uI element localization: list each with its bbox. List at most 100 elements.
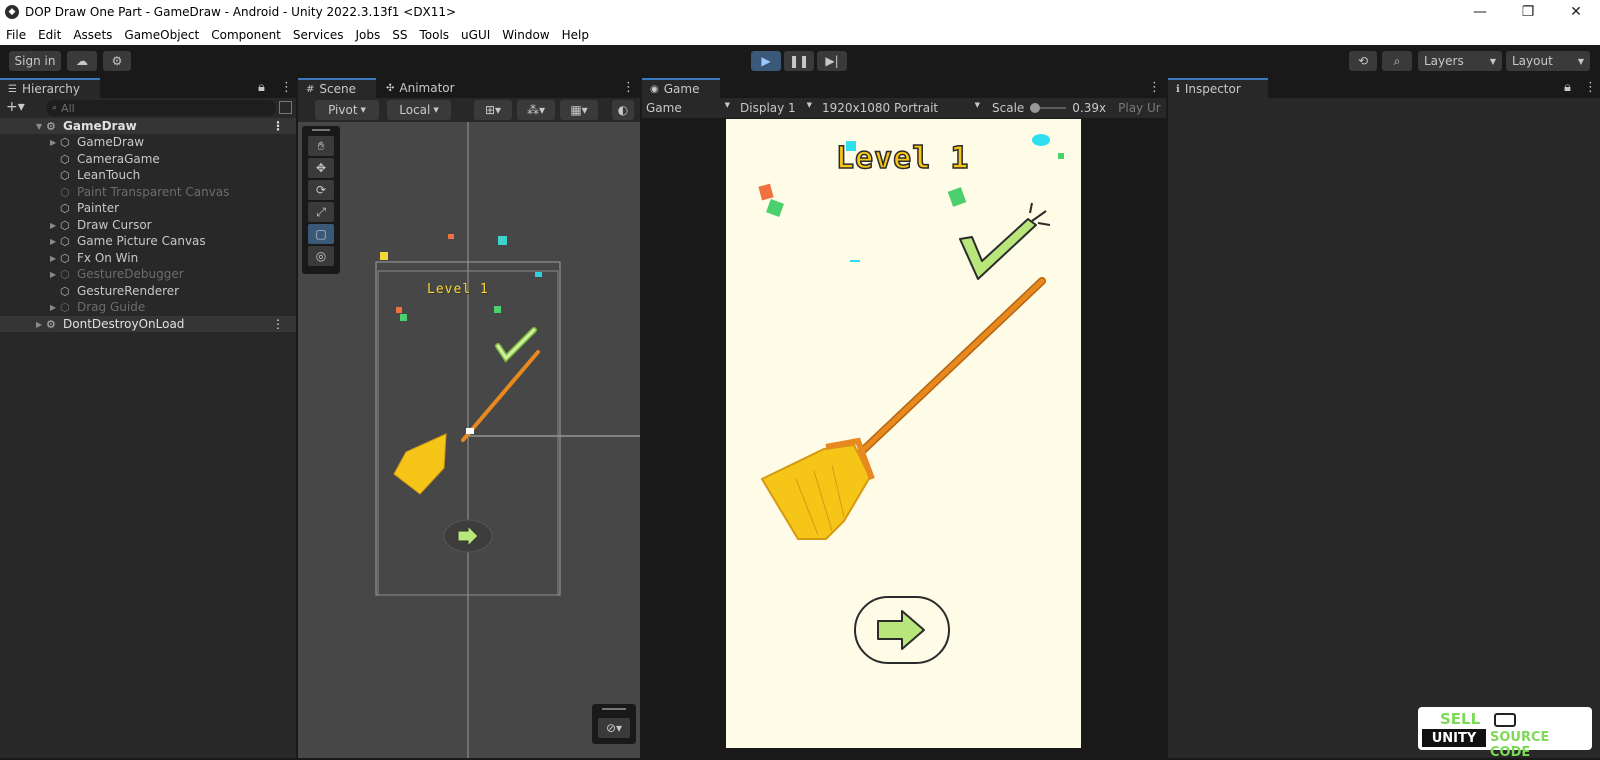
tab-game[interactable]: ◉ Game	[642, 78, 720, 98]
rect-tool-icon[interactable]: ▢	[308, 224, 334, 244]
rotate-tool-icon[interactable]: ⟳	[308, 180, 334, 200]
menu-tools[interactable]: Tools	[419, 28, 449, 42]
list-item[interactable]: ▶ ⬡ Drag Guide	[0, 299, 296, 315]
add-object-button[interactable]: +▾	[6, 99, 34, 117]
scale-tool-icon[interactable]: ⤢	[308, 202, 334, 222]
grid-icon: #	[306, 83, 315, 95]
expand-arrow-icon[interactable]: ▶	[50, 221, 60, 230]
scene-view[interactable]: Level 1	[298, 122, 640, 758]
menu-services[interactable]: Services	[293, 28, 344, 42]
scale-slider[interactable]	[1030, 103, 1067, 113]
cloud-icon[interactable]: ☁	[67, 51, 97, 71]
shading-icon[interactable]: ◐	[612, 100, 634, 120]
list-item[interactable]: ▶ ⬡ Game Picture Canvas	[0, 233, 296, 249]
list-item[interactable]: ▶ ⬡ GestureDebugger	[0, 266, 296, 282]
menu-ugui[interactable]: uGUI	[461, 28, 490, 42]
sign-in-button[interactable]: Sign in	[9, 51, 61, 71]
restore-button[interactable]: ❐	[1504, 0, 1552, 24]
settings-icon[interactable]: ⚙	[103, 51, 131, 71]
minimize-button[interactable]: —	[1456, 0, 1504, 24]
menu-component[interactable]: Component	[211, 28, 281, 42]
pause-button[interactable]: ❚❚	[784, 51, 814, 71]
tab-animator[interactable]: ✣ Animator	[378, 78, 478, 98]
display-label: Display 1	[740, 101, 796, 115]
resolution-dropdown[interactable]: 1920x1080 Portrait ▼	[818, 101, 986, 115]
list-item[interactable]: ▶ ⬡ Draw Cursor	[0, 217, 296, 233]
menu-window[interactable]: Window	[502, 28, 549, 42]
list-item[interactable]: ▶ ⬡ Fx On Win	[0, 250, 296, 266]
list-item-label: GameDraw	[77, 135, 145, 149]
list-item[interactable]: ▶ ⚙ DontDestroyOnLoad ⋮	[0, 316, 296, 332]
drag-handle[interactable]	[312, 129, 330, 131]
list-item[interactable]: ⬡ CameraGame	[0, 151, 296, 167]
layers-dropdown[interactable]: Layers ▼	[1418, 51, 1502, 71]
scene-visibility-icon[interactable]	[279, 101, 292, 114]
scene-panel: # Scene ✣ Animator ⋮ Pivot ▼ Local ▼ ⊞▾ ⁂▾…	[298, 78, 640, 758]
menu-ss[interactable]: SS	[392, 28, 407, 42]
list-item[interactable]: ⬡ Paint Transparent Canvas	[0, 184, 296, 200]
expand-arrow-icon[interactable]: ▶	[50, 138, 60, 147]
snap-icon[interactable]: ⁂▾	[517, 100, 555, 120]
expand-arrow-icon[interactable]: ▶	[36, 320, 46, 329]
list-item[interactable]: ▶ ⬡ GameDraw	[0, 134, 296, 150]
list-item-label: GameDraw	[63, 119, 137, 133]
hand-tool-icon[interactable]: ✋︎	[308, 136, 334, 156]
gameobject-cube-icon: ⬡	[60, 284, 70, 298]
list-item[interactable]: ⬡ LeanTouch	[0, 167, 296, 183]
more-options-icon[interactable]: ⋮	[622, 80, 635, 95]
scene-viewport[interactable]	[298, 122, 640, 758]
history-icon[interactable]: ⟲	[1349, 51, 1377, 71]
list-item[interactable]: ⬡ Painter	[0, 200, 296, 216]
expand-arrow-icon[interactable]: ▶	[50, 237, 60, 246]
tab-inspector[interactable]: ℹ Inspector	[1168, 78, 1268, 98]
play-button[interactable]: ▶	[751, 51, 781, 71]
menu-jobs[interactable]: Jobs	[356, 28, 381, 42]
hierarchy-search-input[interactable]: ⌕ All	[46, 100, 276, 116]
search-icon[interactable]: ⌕	[1382, 51, 1412, 71]
step-button[interactable]: ▶|	[817, 51, 847, 71]
confetti	[498, 236, 507, 245]
drag-handle[interactable]	[602, 708, 626, 710]
expand-arrow-icon[interactable]: ▶	[50, 303, 60, 312]
more-options-icon[interactable]: ⋮	[272, 317, 284, 331]
move-tool-icon[interactable]: ✥	[308, 158, 334, 178]
list-item[interactable]: ⬡ GestureRenderer	[0, 283, 296, 299]
expand-arrow-icon[interactable]: ▼	[36, 122, 46, 131]
menu-assets[interactable]: Assets	[73, 28, 112, 42]
game-mode-dropdown[interactable]: Game ▼	[642, 101, 736, 115]
menu-file[interactable]: File	[6, 28, 26, 42]
lock-icon[interactable]: 🔒︎	[258, 80, 265, 95]
orientation-icon[interactable]: ⊘▾	[598, 718, 630, 738]
menu-edit[interactable]: Edit	[38, 28, 61, 42]
local-dropdown[interactable]: Local ▼	[387, 100, 451, 120]
sparkle-line	[1037, 222, 1051, 226]
sparkle-line	[1031, 210, 1047, 222]
game-view[interactable]: Level 1	[726, 119, 1081, 748]
menu-help[interactable]: Help	[562, 28, 589, 42]
tab-hierarchy[interactable]: ☰ Hierarchy	[0, 78, 100, 98]
layout-dropdown[interactable]: Layout ▼	[1506, 51, 1590, 71]
transform-tool-icon[interactable]: ◎	[308, 246, 334, 266]
menu-gameobject[interactable]: GameObject	[124, 28, 199, 42]
expand-arrow-icon[interactable]: ▶	[50, 254, 60, 263]
game-tabbar: ◉ Game ⋮	[642, 78, 1166, 98]
grid-snap-icon[interactable]: ▦▾	[560, 100, 598, 120]
play-unfocused-dropdown[interactable]: Play Ur	[1118, 101, 1162, 115]
more-options-icon[interactable]: ⋮	[1148, 80, 1161, 95]
next-level-button[interactable]	[855, 597, 949, 663]
confetti	[535, 272, 542, 277]
slider-thumb[interactable]	[1030, 103, 1041, 113]
pivot-dropdown[interactable]: Pivot ▼	[315, 100, 379, 120]
more-options-icon[interactable]: ⋮	[272, 119, 284, 133]
more-options-icon[interactable]: ⋮	[280, 80, 293, 95]
search-icon: ⌕	[52, 103, 58, 113]
close-button[interactable]: ✕	[1552, 0, 1600, 24]
display-dropdown[interactable]: Display 1 ▼	[736, 101, 818, 115]
list-item[interactable]: ▼ ⚙ GameDraw ⋮	[0, 118, 296, 134]
lock-icon[interactable]: 🔒︎	[1564, 80, 1571, 95]
more-options-icon[interactable]: ⋮	[1584, 80, 1597, 95]
tab-scene[interactable]: # Scene	[298, 78, 376, 98]
scene-pivot-marker	[466, 428, 474, 434]
expand-arrow-icon[interactable]: ▶	[50, 270, 60, 279]
gizmo-toggle-icon[interactable]: ⊞▾	[474, 100, 512, 120]
